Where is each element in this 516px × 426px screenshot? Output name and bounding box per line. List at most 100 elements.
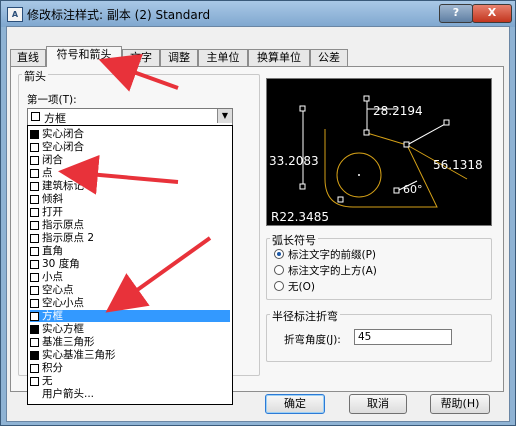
tab-symbols-arrows[interactable]: 符号和箭头: [46, 46, 122, 67]
tab-alternate-units[interactable]: 换算单位: [248, 49, 310, 66]
dim-text-right: 56.1318: [433, 158, 483, 172]
dropdown-item[interactable]: 空心闭合: [30, 141, 230, 153]
dropdown-item-label: 小点: [42, 271, 63, 283]
datum-filled-arrow-icon: [30, 351, 39, 360]
dropdown-item[interactable]: 空心点: [30, 284, 230, 296]
dropdown-item-label: 无: [42, 375, 53, 387]
first-arrow-select[interactable]: 方框 ▼: [27, 108, 233, 126]
radius-text: R22.3485: [271, 210, 329, 224]
box-blank-arrow-icon: [30, 312, 39, 321]
tab-tolerances[interactable]: 公差: [310, 49, 348, 66]
box-blank-arrow-icon: [31, 112, 40, 121]
dim-box-marker: [299, 105, 306, 112]
dropdown-item[interactable]: 直角: [30, 245, 230, 257]
arc-above-radio[interactable]: [274, 265, 284, 275]
dropdown-item-label: 空心小点: [42, 297, 84, 309]
dropdown-item-label: 空心点: [42, 284, 74, 296]
title-bar[interactable]: A 修改标注样式: 副本 (2) Standard ? X: [1, 1, 515, 27]
tab-text[interactable]: 文字: [122, 49, 160, 66]
open-arrow-icon: [30, 208, 39, 217]
dropdown-item[interactable]: 闭合: [30, 154, 230, 166]
open-30-arrow-icon: [30, 260, 39, 269]
jog-angle-input[interactable]: 45: [354, 329, 452, 345]
dropdown-item[interactable]: 点: [30, 167, 230, 179]
closed-arrow-icon: [30, 156, 39, 165]
arc-none-radio[interactable]: [274, 281, 284, 291]
jog-angle-label: 折弯角度(J):: [284, 334, 341, 346]
origin-indicator-2-arrow-icon: [30, 234, 39, 243]
dropdown-item[interactable]: 指示原点 2: [30, 232, 230, 244]
none-arrow-icon: [30, 377, 39, 386]
arc-prefix-label: 标注文字的前缀(P): [288, 249, 377, 261]
dropdown-item[interactable]: 积分: [30, 362, 230, 374]
dropdown-item-label: 30 度角: [42, 258, 80, 270]
autocad-app-icon: A: [7, 7, 23, 22]
title-close-button[interactable]: X: [472, 4, 512, 23]
datum-blank-arrow-icon: [30, 338, 39, 347]
dropdown-item-label: 倾斜: [42, 193, 63, 205]
arc-none-label: 无(O): [288, 281, 315, 293]
arc-length-label: 弧长符号: [270, 232, 318, 248]
dropdown-item-label: 方框: [42, 310, 63, 322]
dim-box-marker: [337, 196, 344, 203]
dot-small-blank-arrow-icon: [30, 299, 39, 308]
dropdown-item-label: 实心闭合: [42, 128, 84, 140]
arc-above-label: 标注文字的上方(A): [288, 265, 377, 277]
dropdown-item[interactable]: 方框: [30, 310, 230, 322]
first-arrow-label: 第一项(T):: [27, 94, 77, 106]
dropdown-item-label: 实心方框: [42, 323, 84, 335]
dropdown-item[interactable]: 建筑标记: [30, 180, 230, 192]
tab-lines[interactable]: 直线: [10, 49, 46, 66]
dimension-line-right: [406, 122, 448, 146]
cancel-button[interactable]: 取消: [349, 394, 407, 414]
dropdown-item-label: 基准三角形: [42, 336, 95, 348]
dot-small-arrow-icon: [30, 273, 39, 282]
dropdown-item[interactable]: 实心基准三角形: [30, 349, 230, 361]
dim-box-marker: [299, 183, 306, 190]
help-button[interactable]: 帮助(H): [430, 394, 490, 414]
dropdown-item[interactable]: 倾斜: [30, 193, 230, 205]
dropdown-item[interactable]: 打开: [30, 206, 230, 218]
title-help-button[interactable]: ?: [439, 4, 473, 23]
dropdown-item[interactable]: 实心闭合: [30, 128, 230, 140]
preview-canvas: 28.2194 33.2083 56.1318 60° R22.3485: [266, 78, 492, 226]
dropdown-item[interactable]: 30 度角: [30, 258, 230, 270]
preview-drawing: 28.2194 33.2083 56.1318 60° R22.3485: [269, 95, 483, 224]
origin-indicator-arrow-icon: [30, 221, 39, 230]
integral-arrow-icon: [30, 364, 39, 373]
tab-fit[interactable]: 调整: [160, 49, 198, 66]
tab-primary-units[interactable]: 主单位: [198, 49, 248, 66]
dropdown-item[interactable]: 用户箭头...: [30, 388, 230, 400]
first-arrow-value: 方框: [44, 112, 66, 125]
dim-text-left: 33.2083: [269, 154, 319, 168]
dropdown-chevron-icon[interactable]: ▼: [217, 109, 232, 123]
dropdown-item[interactable]: 无: [30, 375, 230, 387]
dropdown-item[interactable]: 空心小点: [30, 297, 230, 309]
dot-arrow-icon: [30, 169, 39, 178]
angle-text: 60°: [403, 183, 423, 196]
arc-prefix-radio[interactable]: [274, 249, 284, 259]
dropdown-item[interactable]: 指示原点: [30, 219, 230, 231]
dropdown-item[interactable]: 基准三角形: [30, 336, 230, 348]
hollow-closed-arrow-icon: [30, 143, 39, 152]
dropdown-item-label: 指示原点 2: [42, 232, 95, 244]
dim-text-top: 28.2194: [373, 104, 423, 118]
dropdown-item-label: 打开: [42, 206, 63, 218]
dropdown-item-label: 直角: [42, 245, 63, 257]
arrowhead-dropdown-list[interactable]: 实心闭合 空心闭合 闭合点建筑标记 倾斜 打开 指示原点 指示原点 2 直角 30 度角 小点 空心…: [27, 125, 233, 405]
right-angle-arrow-icon: [30, 247, 39, 256]
dropdown-item-label: 积分: [42, 362, 63, 374]
dot-blank-arrow-icon: [30, 286, 39, 295]
dropdown-item-label: 实心基准三角形: [42, 349, 116, 361]
dim-box-marker: [403, 141, 410, 148]
ok-button[interactable]: 确定: [265, 394, 325, 414]
dropdown-item[interactable]: 实心方框: [30, 323, 230, 335]
solid-closed-arrow-icon: [30, 130, 39, 139]
dropdown-item-label: 闭合: [42, 154, 63, 166]
box-filled-arrow-icon: [30, 325, 39, 334]
dropdown-item[interactable]: 小点: [30, 271, 230, 283]
radius-jog-label: 半径标注折弯: [270, 308, 340, 324]
dropdown-item-label: 用户箭头...: [42, 388, 95, 400]
dim-box-marker: [363, 129, 370, 136]
dropdown-item-label: 空心闭合: [42, 141, 84, 153]
